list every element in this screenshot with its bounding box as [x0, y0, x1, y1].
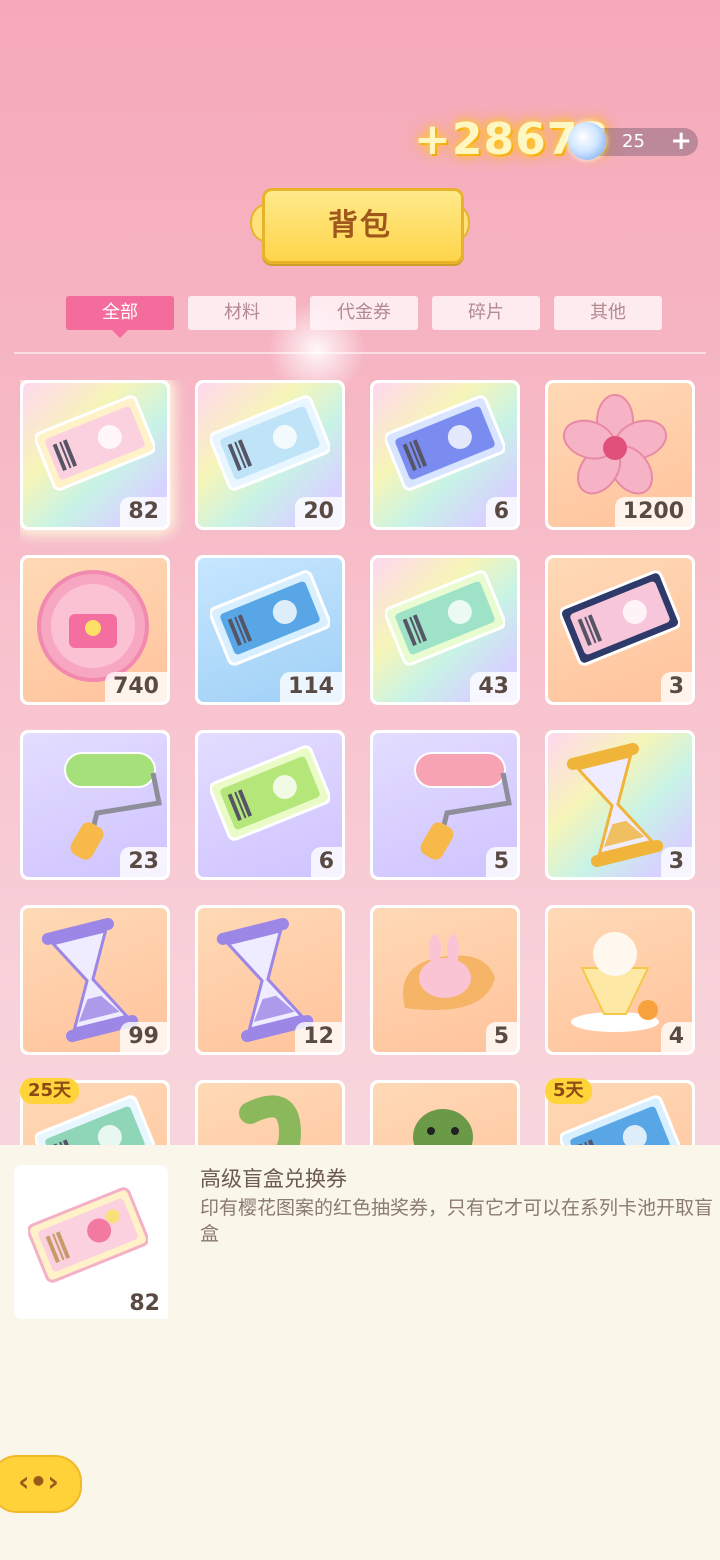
item-count: 114 — [280, 672, 342, 702]
inventory-item-card[interactable]: 43 — [370, 555, 520, 705]
page-title-plaque: 背包 — [250, 184, 470, 264]
inventory-item-card[interactable]: 25天 — [20, 1078, 170, 1145]
item-count: 23 — [120, 847, 167, 877]
inventory-item-card[interactable]: 99 — [20, 905, 170, 1055]
item-card-bg: 23 — [23, 733, 167, 877]
tab-vouchers[interactable]: 代金券 — [310, 296, 418, 330]
detail-item-title: 高级盲盒兑换券 — [200, 1167, 347, 1191]
item-card-bg: 1200 — [548, 383, 692, 527]
item-count: 6 — [485, 497, 517, 527]
sakura-flower-icon — [560, 393, 670, 507]
inventory-item-card[interactable] — [370, 1080, 520, 1145]
item-count: 3 — [660, 847, 692, 877]
mango-parfait-icon — [560, 918, 670, 1042]
item-count: 4 — [660, 1022, 692, 1052]
item-count: 740 — [105, 672, 167, 702]
item-card-bg: 5 — [373, 908, 517, 1052]
inventory-item-card[interactable]: 740 — [20, 555, 170, 705]
inventory-item-card[interactable]: 23 — [20, 730, 170, 880]
mystery-ticket-icon — [384, 393, 506, 497]
green-scarf-icon — [210, 1093, 330, 1145]
inventory-item-card[interactable]: 12 — [195, 905, 345, 1055]
item-count: 20 — [295, 497, 342, 527]
video-ticket-icon — [384, 568, 506, 672]
dino-plush-icon — [385, 1093, 495, 1145]
item-card-bg: 6 — [198, 733, 342, 877]
golden-hourglass-icon — [560, 742, 670, 871]
item-count: 6 — [310, 847, 342, 877]
inventory-item-card[interactable]: 5天 — [545, 1078, 695, 1145]
inventory-item-card[interactable]: 3 — [545, 730, 695, 880]
item-card-bg: 3 — [548, 733, 692, 877]
inventory-item-card[interactable] — [195, 1080, 345, 1145]
item-count: 12 — [295, 1022, 342, 1052]
character-ticket-icon — [209, 393, 331, 497]
item-card-bg — [198, 1083, 342, 1145]
detail-item-count: 82 — [121, 1289, 168, 1319]
inventory-item-card[interactable]: 6 — [195, 730, 345, 880]
item-count: 82 — [120, 497, 167, 527]
green-box-ticket-icon — [209, 743, 331, 847]
tab-materials[interactable]: 材料 — [188, 296, 296, 330]
page-title: 背包 — [328, 208, 392, 243]
back-button[interactable]: ‹•› — [0, 1455, 82, 1513]
item-card-bg: 43 — [373, 558, 517, 702]
bunny-candy-icon — [385, 918, 505, 1032]
item-count: 5 — [485, 1022, 517, 1052]
item-count: 5 — [485, 847, 517, 877]
item-count: 1200 — [614, 497, 692, 527]
expiry-badge: 5天 — [545, 1078, 592, 1104]
item-count: 3 — [660, 672, 692, 702]
tab-all[interactable]: 全部 — [66, 296, 174, 338]
item-card-bg: 4 — [548, 908, 692, 1052]
gem-count: 25 — [622, 131, 645, 152]
tab-others[interactable]: 其他 — [554, 296, 662, 330]
sakura-ticket-icon — [34, 393, 156, 497]
inventory-grid: 82 20 6 1200 740 114 43 3 23 6 5 3 99 12 5 4 25天 5天 — [20, 380, 700, 1145]
item-card-bg — [373, 1083, 517, 1145]
inventory-item-card[interactable]: 82 — [20, 380, 170, 530]
item-card-bg: 12 — [198, 908, 342, 1052]
pink-box-coin-icon — [35, 568, 151, 688]
tab-fragments[interactable]: 碎片 — [432, 296, 540, 330]
item-card-bg: 20 — [198, 383, 342, 527]
item-card-bg: 3 — [548, 558, 692, 702]
item-card-bg: 99 — [23, 908, 167, 1052]
item-card-bg: 740 — [23, 558, 167, 702]
item-card-bg: 114 — [198, 558, 342, 702]
item-card-bg: 6 — [373, 383, 517, 527]
navy-box-ticket-icon — [559, 568, 681, 672]
inventory-item-card[interactable]: 5 — [370, 905, 520, 1055]
detail-item-card: 82 — [14, 1165, 168, 1319]
inventory-item-card[interactable]: 3 — [545, 555, 695, 705]
sakura-ticket-icon — [28, 1187, 148, 1283]
inventory-item-card[interactable]: 114 — [195, 555, 345, 705]
item-card-bg: 82 — [23, 383, 167, 527]
expiry-badge: 25天 — [20, 1078, 80, 1104]
category-tabs: 全部 材料 代金券 碎片 其他 — [66, 296, 662, 338]
detail-item-description: 印有樱花图案的红色抽奖券，只有它才可以在系列卡池开取盲盒 — [200, 1197, 714, 1245]
back-arrow-icon: ‹•› — [18, 1465, 59, 1498]
item-count: 43 — [470, 672, 517, 702]
gem-currency-bar[interactable]: 25 + — [568, 122, 698, 160]
item-detail-panel: 82 高级盲盒兑换券 印有樱花图案的红色抽奖券，只有它才可以在系列卡池开取盲盒 … — [0, 1145, 720, 1560]
inventory-item-card[interactable]: 6 — [370, 380, 520, 530]
inventory-item-card[interactable]: 1200 — [545, 380, 695, 530]
tab-divider — [14, 352, 706, 354]
inventory-item-card[interactable]: 20 — [195, 380, 345, 530]
blue-ticket-icon — [209, 568, 331, 672]
inventory-item-card[interactable]: 5 — [370, 730, 520, 880]
item-card-bg: 5 — [373, 733, 517, 877]
snowflake-gem-icon — [568, 122, 606, 160]
add-gem-button[interactable]: + — [670, 126, 692, 156]
inventory-item-card[interactable]: 4 — [545, 905, 695, 1055]
item-count: 99 — [120, 1022, 167, 1052]
